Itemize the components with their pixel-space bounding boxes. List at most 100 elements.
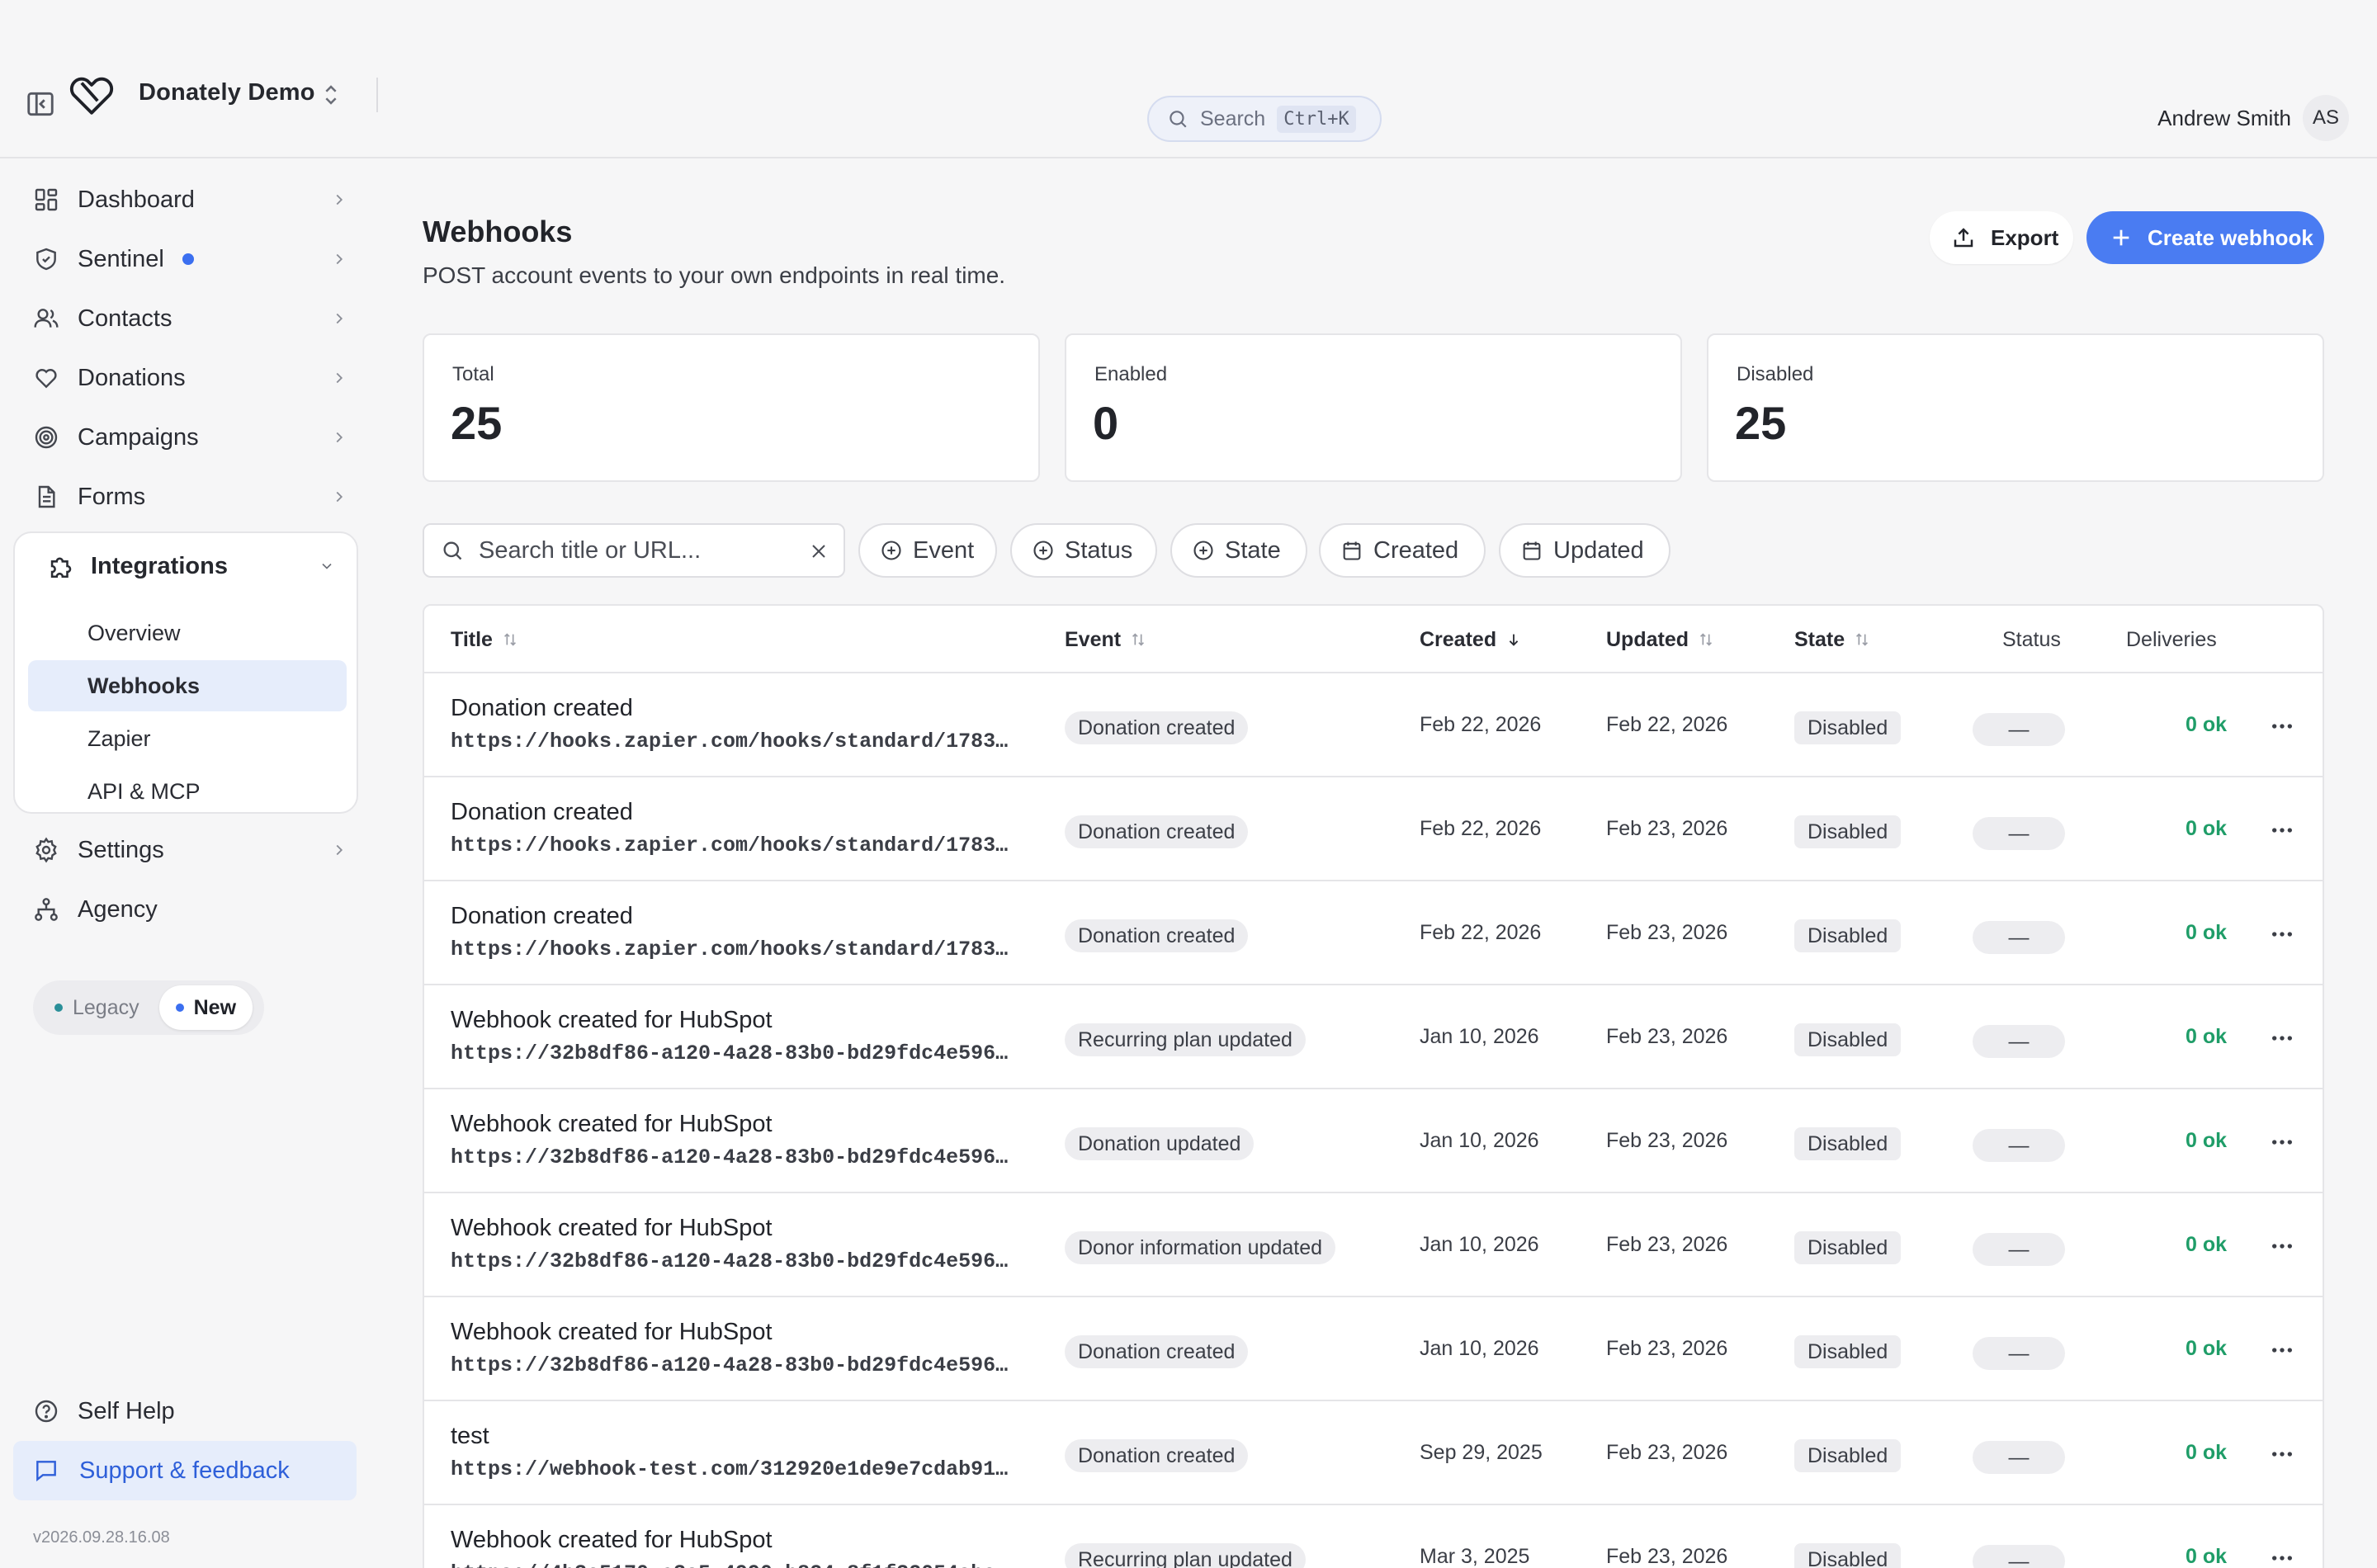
avatar[interactable]: AS xyxy=(2303,95,2349,141)
table-row[interactable]: Webhook created for HubSpot https://4b3c5… xyxy=(424,1505,2323,1568)
donately-logo-icon[interactable] xyxy=(68,71,116,119)
column-header-updated[interactable]: Updated xyxy=(1606,606,1715,673)
more-actions-icon[interactable] xyxy=(2268,1025,2296,1051)
sidebar-item-forms[interactable]: Forms xyxy=(13,472,358,522)
deliveries-count: 0 ok xyxy=(2185,1337,2227,1360)
sidebar-item-contacts[interactable]: Contacts xyxy=(13,294,358,343)
ui-version-toggle: Legacy New xyxy=(33,980,264,1035)
column-label: Created xyxy=(1420,627,1497,651)
state-badge: Disabled xyxy=(1794,1127,1902,1160)
export-button[interactable]: Export xyxy=(1930,211,2073,264)
column-header-event[interactable]: Event xyxy=(1065,606,1147,673)
support-feedback-button[interactable]: Support & feedback xyxy=(13,1441,357,1500)
sidebar-subitem-zapier[interactable]: Zapier xyxy=(28,713,347,764)
table-row[interactable]: test https://webhook-test.com/312920e1de9… xyxy=(424,1401,2323,1505)
sidebar-item-sentinel[interactable]: Sentinel xyxy=(13,234,358,284)
sidebar-item-agency[interactable]: Agency xyxy=(13,885,358,934)
sidebar-item-label: Settings xyxy=(78,836,164,863)
event-badge: Donation created xyxy=(1065,1335,1249,1368)
filter-chip-state[interactable]: State xyxy=(1170,523,1307,578)
sidebar-subitem-webhooks[interactable]: Webhooks xyxy=(28,660,347,711)
sidebar-item-integrations[interactable]: Integrations xyxy=(15,541,357,591)
table-row[interactable]: Donation created https://hooks.zapier.com… xyxy=(424,777,2323,881)
sort-icon xyxy=(503,633,516,646)
column-header-created[interactable]: Created xyxy=(1420,606,1523,673)
filter-chip-created[interactable]: Created xyxy=(1319,523,1486,578)
more-actions-icon[interactable] xyxy=(2268,1233,2296,1259)
state-badge: Disabled xyxy=(1794,1023,1902,1056)
webhook-search-input[interactable]: Search title or URL... xyxy=(423,523,845,578)
filter-chip-status[interactable]: Status xyxy=(1010,523,1157,578)
sidebar-item-dashboard[interactable]: Dashboard xyxy=(13,175,358,224)
webhook-title[interactable]: Webhook created for HubSpot xyxy=(451,1111,773,1138)
updated-date: Feb 23, 2026 xyxy=(1606,921,1728,944)
status-badge: — xyxy=(1973,1129,2065,1162)
sidebar-item-settings[interactable]: Settings xyxy=(13,825,358,875)
deliveries-count: 0 ok xyxy=(2185,1025,2227,1048)
sidebar-item-donations[interactable]: Donations xyxy=(13,353,358,403)
more-actions-icon[interactable] xyxy=(2268,1545,2296,1568)
filter-chip-event[interactable]: Event xyxy=(858,523,997,578)
table-row[interactable]: Webhook created for HubSpot https://32b8d… xyxy=(424,1089,2323,1193)
more-actions-icon[interactable] xyxy=(2268,713,2296,739)
sidebar-subitem-overview[interactable]: Overview xyxy=(28,607,347,659)
more-actions-icon[interactable] xyxy=(2268,817,2296,843)
workspace-name[interactable]: Donately Demo xyxy=(139,79,315,106)
users-icon xyxy=(34,309,59,328)
column-label: Updated xyxy=(1606,627,1689,651)
search-icon xyxy=(1170,111,1187,128)
toggle-option-new[interactable]: New xyxy=(158,985,253,1030)
sidebar-item-campaigns[interactable]: Campaigns xyxy=(13,413,358,462)
stat-card-total: Total 25 xyxy=(423,333,1040,482)
user-name[interactable]: Andrew Smith xyxy=(2157,106,2291,131)
more-actions-icon[interactable] xyxy=(2268,1129,2296,1155)
created-date: Jan 10, 2026 xyxy=(1420,1337,1539,1360)
updated-date: Feb 22, 2026 xyxy=(1606,713,1728,736)
column-header-state[interactable]: State xyxy=(1794,606,1871,673)
column-header-title[interactable]: Title xyxy=(451,606,519,673)
close-icon[interactable] xyxy=(809,541,829,561)
global-search-button[interactable]: Search Ctrl+K xyxy=(1147,96,1382,142)
self-help-link[interactable]: Self Help xyxy=(13,1386,358,1436)
webhook-title[interactable]: Webhook created for HubSpot xyxy=(451,1527,773,1554)
sort-icon xyxy=(1856,633,1869,646)
sidebar-toggle-icon[interactable] xyxy=(25,88,56,120)
status-badge: — xyxy=(1973,1337,2065,1370)
deliveries-count: 0 ok xyxy=(2185,1441,2227,1464)
table-row[interactable]: Webhook created for HubSpot https://32b8d… xyxy=(424,985,2323,1089)
more-actions-icon[interactable] xyxy=(2268,921,2296,947)
webhook-title[interactable]: Donation created xyxy=(451,903,633,930)
chip-label: State xyxy=(1225,536,1281,564)
created-date: Jan 10, 2026 xyxy=(1420,1025,1539,1048)
state-badge: Disabled xyxy=(1794,919,1902,952)
table-row[interactable]: Webhook created for HubSpot https://32b8d… xyxy=(424,1297,2323,1401)
more-actions-icon[interactable] xyxy=(2268,1337,2296,1363)
upload-icon xyxy=(1954,228,1973,248)
filter-chip-updated[interactable]: Updated xyxy=(1499,523,1671,578)
workspace-switch-icon[interactable] xyxy=(320,81,342,109)
webhook-title[interactable]: Webhook created for HubSpot xyxy=(451,1319,773,1346)
chevron-right-icon xyxy=(336,844,343,856)
create-webhook-button[interactable]: Create webhook xyxy=(2086,211,2324,264)
calendar-icon xyxy=(1343,541,1361,560)
webhook-title[interactable]: Webhook created for HubSpot xyxy=(451,1007,773,1034)
stat-value: 25 xyxy=(1735,397,1787,449)
webhook-title[interactable]: Donation created xyxy=(451,695,633,722)
created-date: Feb 22, 2026 xyxy=(1420,921,1542,944)
state-badge: Disabled xyxy=(1794,1335,1902,1368)
deliveries-count: 0 ok xyxy=(2185,1129,2227,1152)
toggle-option-legacy[interactable]: Legacy xyxy=(38,985,156,1030)
stat-value: 0 xyxy=(1093,397,1119,449)
created-date: Feb 22, 2026 xyxy=(1420,817,1542,840)
updated-date: Feb 23, 2026 xyxy=(1606,817,1728,840)
sidebar-subitem-api-mcp[interactable]: API & MCP xyxy=(28,766,347,817)
webhook-title[interactable]: Donation created xyxy=(451,799,633,826)
table-row[interactable]: Donation created https://hooks.zapier.com… xyxy=(424,673,2323,777)
table-row[interactable]: Webhook created for HubSpot https://32b8d… xyxy=(424,1193,2323,1297)
webhook-url: https://hooks.zapier.com/hooks/standard/… xyxy=(451,937,1012,961)
webhook-title[interactable]: Webhook created for HubSpot xyxy=(451,1215,773,1242)
more-actions-icon[interactable] xyxy=(2268,1441,2296,1467)
table-row[interactable]: Donation created https://hooks.zapier.com… xyxy=(424,881,2323,985)
toggle-label: New xyxy=(193,995,237,1019)
webhook-title[interactable]: test xyxy=(451,1423,489,1450)
